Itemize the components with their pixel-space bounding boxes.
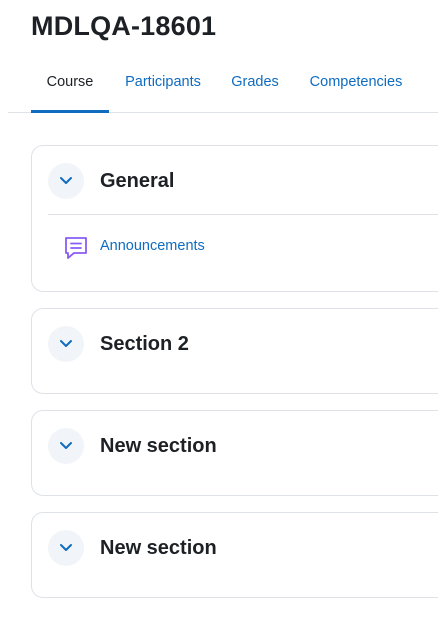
course-section-2: Section 2 xyxy=(31,308,438,394)
section-divider xyxy=(48,214,438,215)
course-section-general: General Announcements xyxy=(31,145,438,292)
tab-course[interactable]: Course xyxy=(31,62,109,113)
tab-competencies[interactable]: Competencies xyxy=(302,62,410,112)
tab-participants[interactable]: Participants xyxy=(116,62,210,112)
forum-icon xyxy=(65,237,87,259)
tab-grades[interactable]: Grades xyxy=(222,62,288,112)
course-section-4: New section xyxy=(31,512,438,598)
course-section-3: New section xyxy=(31,410,438,496)
section-title[interactable]: General xyxy=(100,168,174,194)
chevron-down-icon xyxy=(60,340,72,347)
activity-link-announcements[interactable]: Announcements xyxy=(100,238,205,254)
chevron-down-icon xyxy=(60,544,72,551)
section-toggle-button[interactable] xyxy=(48,530,84,566)
section-toggle-button[interactable] xyxy=(48,163,84,199)
section-title[interactable]: New section xyxy=(100,433,217,459)
chevron-down-icon xyxy=(60,177,72,184)
section-title[interactable]: New section xyxy=(100,535,217,561)
section-title[interactable]: Section 2 xyxy=(100,331,189,357)
page-title: MDLQA-18601 xyxy=(31,11,217,41)
chevron-down-icon xyxy=(60,442,72,449)
section-toggle-button[interactable] xyxy=(48,428,84,464)
section-toggle-button[interactable] xyxy=(48,326,84,362)
course-nav-tabs: Course Participants Grades Competencies xyxy=(8,62,438,113)
